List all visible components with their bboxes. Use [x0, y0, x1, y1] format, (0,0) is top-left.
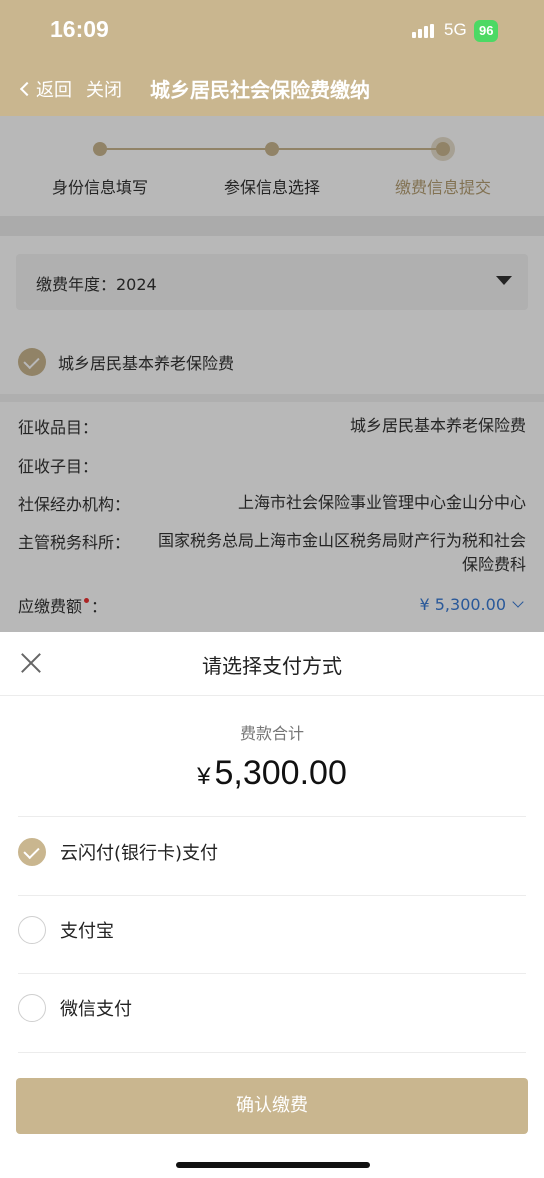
divider [18, 1052, 526, 1053]
battery-icon: 96 [474, 20, 499, 42]
app-header: 16:09 5G 96 返回 关闭 城乡居民社会保险费缴纳 [0, 0, 544, 116]
radio-unchecked-icon [18, 916, 46, 944]
payment-option-label: 支付宝 [60, 921, 114, 942]
sheet-title: 请选择支付方式 [202, 654, 342, 678]
home-indicator [176, 1162, 370, 1168]
payment-option-alipay[interactable]: 支付宝 [18, 910, 526, 950]
network-type: 5G [444, 20, 467, 39]
total-label: 费款合计 [239, 724, 304, 743]
status-bar: 16:09 5G 96 [0, 0, 544, 62]
back-button[interactable]: 返回 [19, 76, 72, 102]
divider [18, 816, 526, 817]
divider [18, 973, 526, 974]
divider [0, 695, 544, 696]
divider [18, 895, 526, 896]
total-amount: ¥5,300.00 [0, 754, 544, 793]
close-link[interactable]: 关闭 [86, 76, 122, 102]
total-amount-value: 5,300.00 [214, 754, 347, 792]
payment-option-label: 云闪付(银行卡)支付 [60, 843, 219, 864]
confirm-payment-button[interactable]: 确认缴费 [16, 1078, 528, 1134]
radio-checked-icon [18, 838, 46, 866]
signal-icon [412, 24, 438, 38]
payment-option-label: 微信支付 [60, 999, 132, 1020]
page-title: 城乡居民社会保险费缴纳 [150, 78, 370, 102]
chevron-left-icon [19, 81, 35, 97]
payment-sheet: 请选择支付方式 费款合计 ¥5,300.00 云闪付(银行卡)支付 支付宝 微信… [0, 632, 544, 1178]
payment-option-unionpay[interactable]: 云闪付(银行卡)支付 [18, 832, 526, 872]
modal-overlay[interactable] [0, 116, 544, 632]
nav-bar: 返回 关闭 城乡居民社会保险费缴纳 [0, 62, 544, 116]
currency-symbol: ¥ [197, 763, 211, 790]
radio-unchecked-icon [18, 994, 46, 1022]
payment-option-wechat[interactable]: 微信支付 [18, 988, 526, 1028]
back-label: 返回 [36, 80, 72, 101]
status-time: 16:09 [50, 16, 109, 42]
